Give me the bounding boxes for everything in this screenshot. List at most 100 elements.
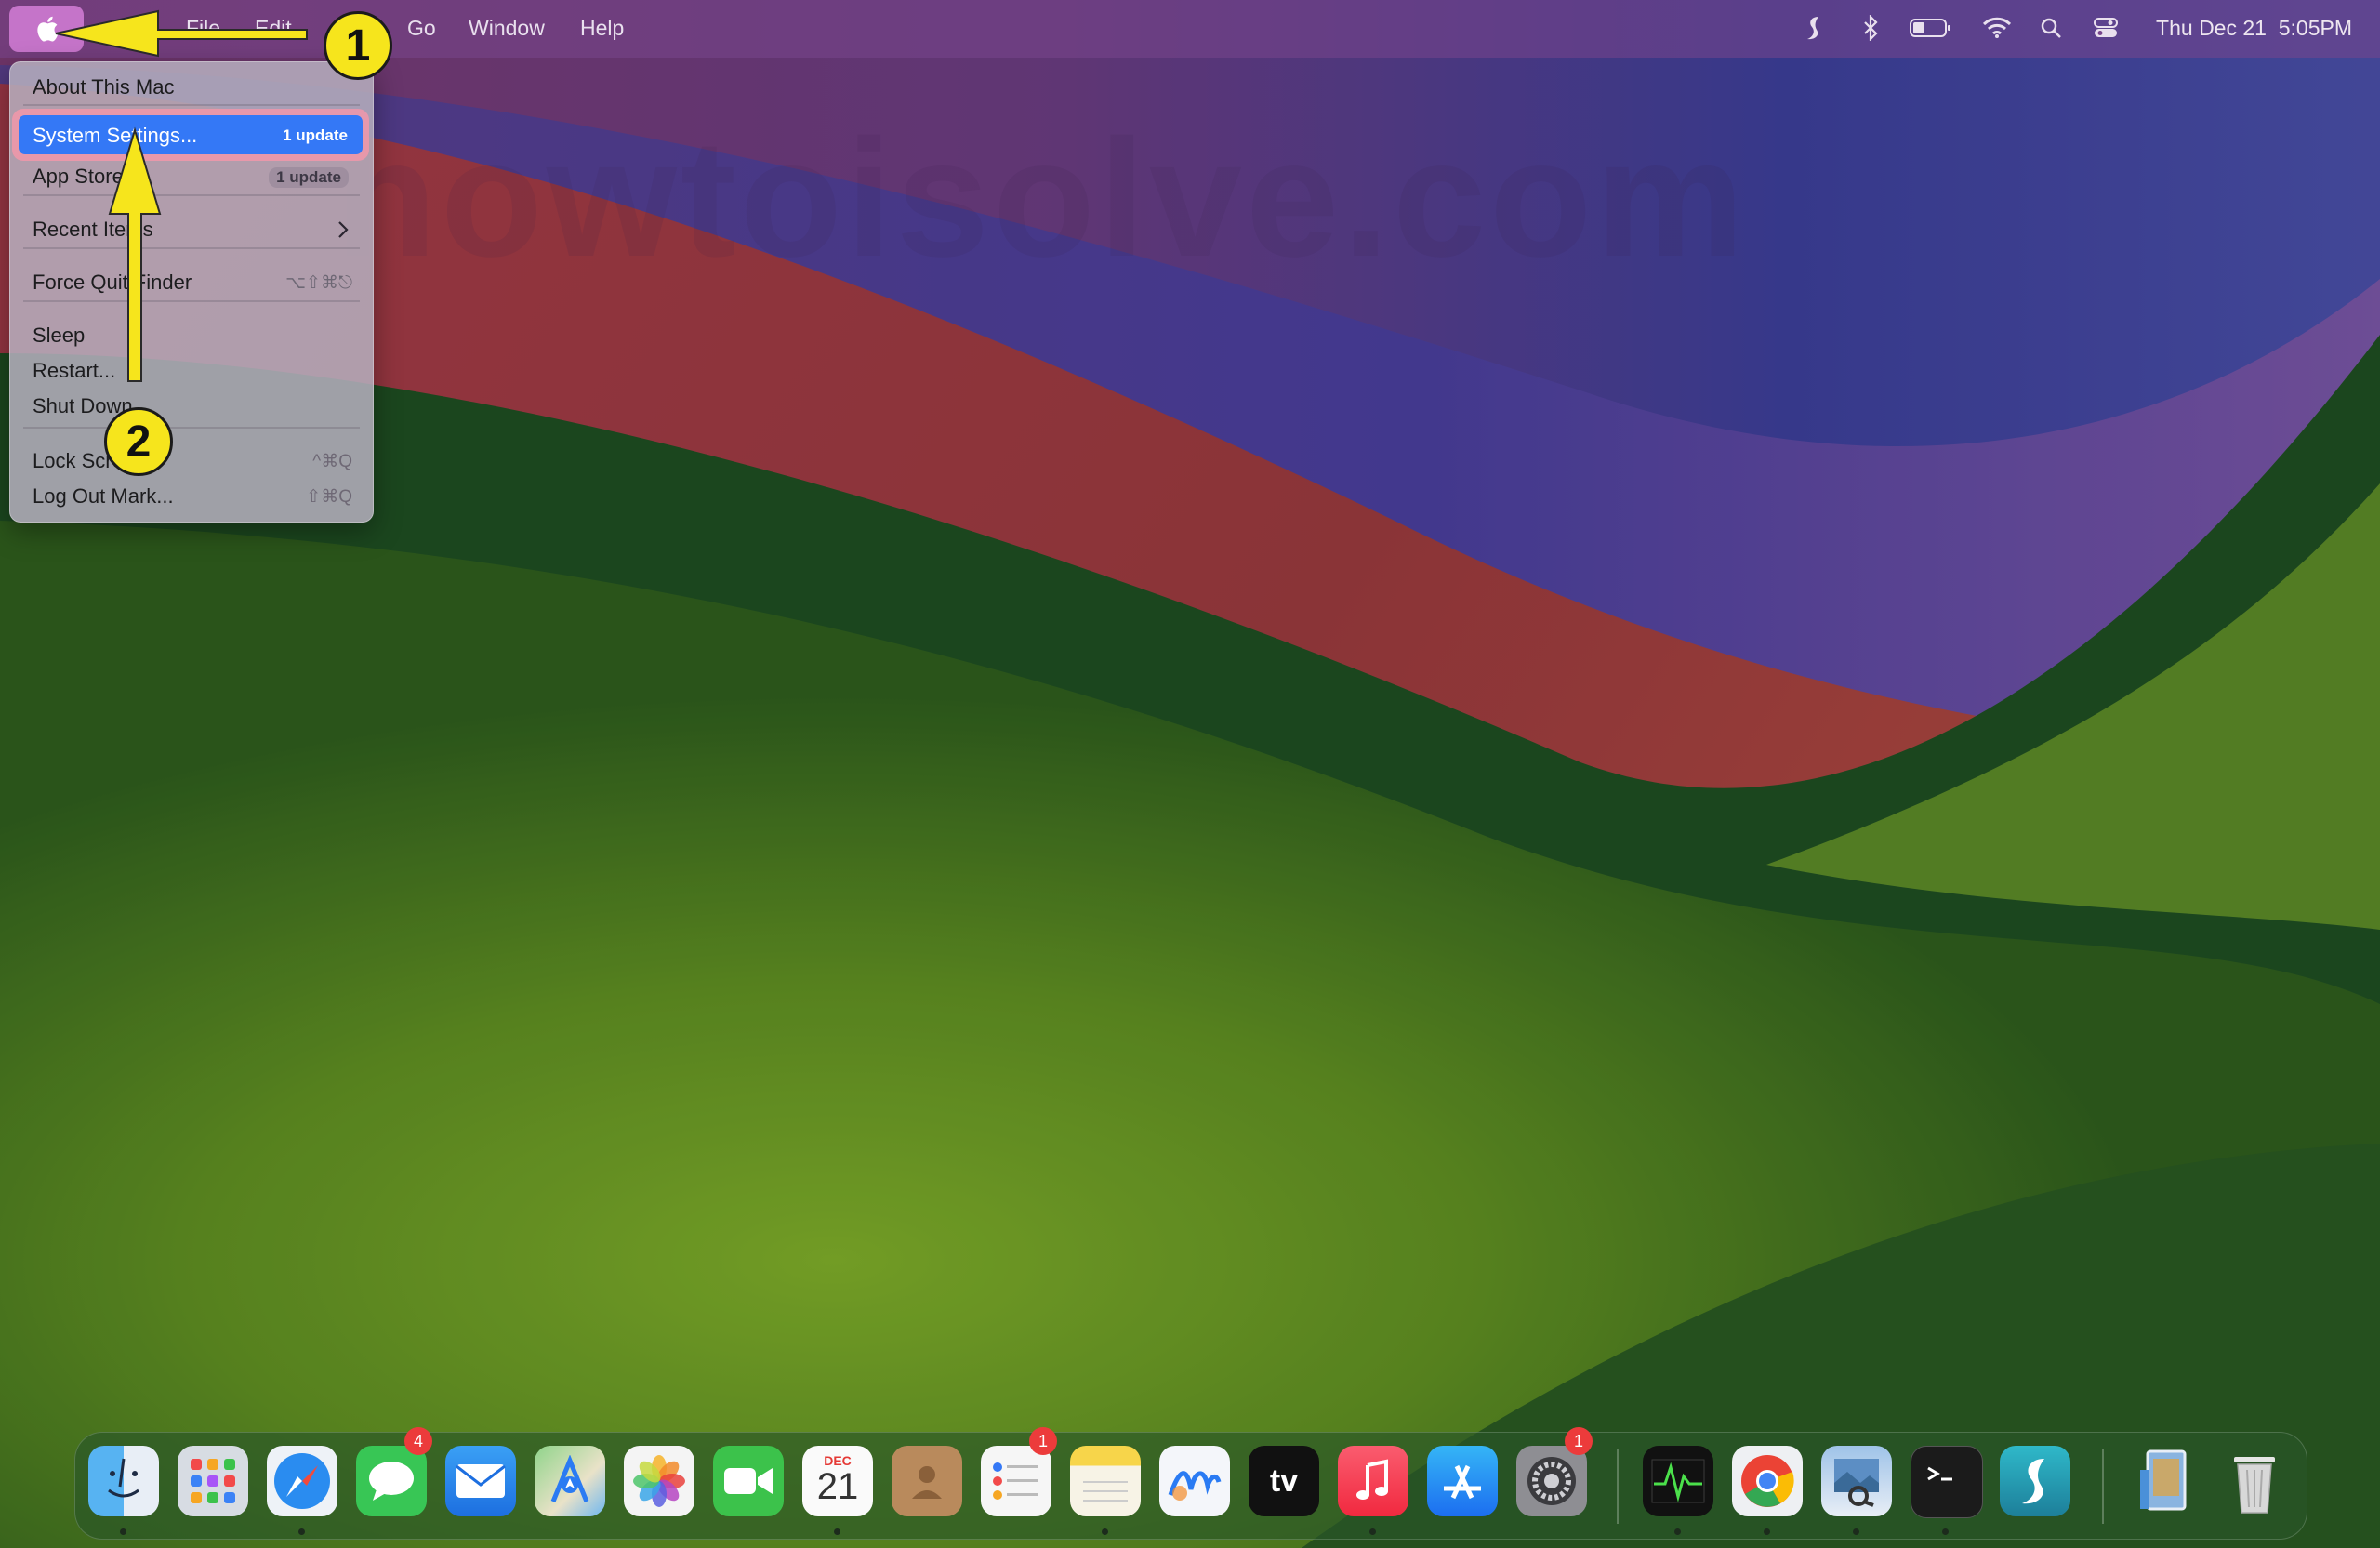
watermark: howtoisolve.com	[335, 105, 1749, 292]
step-1-marker: 1	[324, 11, 392, 80]
menu-go[interactable]: Go	[407, 16, 436, 41]
system-settings-label: System Settings...	[33, 124, 198, 147]
dock-app-mail[interactable]	[445, 1446, 516, 1516]
menu-item-app-store[interactable]: App Store...	[33, 165, 140, 189]
dock-app-surfshark[interactable]	[2000, 1446, 2070, 1516]
clock-date: Thu Dec 21	[2156, 16, 2267, 40]
safari-icon	[274, 1453, 330, 1509]
menu-item-about-this-mac[interactable]: About This Mac	[33, 75, 174, 99]
launchpad-icon	[191, 1459, 235, 1503]
dock-app-finder[interactable]	[88, 1446, 159, 1516]
dock-separator	[2102, 1449, 2104, 1524]
dock-app-music[interactable]	[1338, 1446, 1408, 1516]
activity-monitor-icon	[1651, 1459, 1705, 1503]
dock-app-google-chrome[interactable]	[1732, 1446, 1803, 1516]
running-indicator	[1674, 1528, 1681, 1535]
dock: 4 DEC 21 1 tv 1	[74, 1427, 2307, 1540]
running-indicator	[298, 1528, 305, 1535]
dock-app-app-store[interactable]	[1427, 1446, 1498, 1516]
spotlight-search-icon[interactable]	[2036, 13, 2066, 43]
dock-app-freeform[interactable]	[1159, 1446, 1230, 1516]
preview-icon	[1834, 1459, 1879, 1507]
running-indicator	[834, 1528, 840, 1535]
dock-app-contacts[interactable]	[892, 1446, 962, 1516]
apple-logo-icon	[37, 16, 59, 42]
menu-item-restart[interactable]: Restart...	[33, 359, 115, 383]
chrome-icon	[1741, 1455, 1794, 1507]
reminders-badge: 1	[1029, 1427, 1057, 1455]
app-store-update-badge: 1 update	[269, 167, 349, 188]
photos-icon	[633, 1455, 685, 1507]
running-indicator	[1853, 1528, 1859, 1535]
dock-app-photos[interactable]	[624, 1446, 694, 1516]
contacts-icon	[912, 1466, 942, 1499]
dock-app-facetime[interactable]	[713, 1446, 784, 1516]
dock-app-system-settings[interactable]	[1516, 1446, 1587, 1516]
menu-item-force-quit[interactable]: Force Quit Finder	[33, 271, 192, 295]
menu-separator	[23, 247, 360, 249]
running-indicator	[1102, 1528, 1108, 1535]
finder-icon	[108, 1458, 139, 1498]
dock-app-maps[interactable]	[535, 1446, 605, 1516]
dock-app-preview[interactable]	[1821, 1446, 1892, 1516]
system-settings-update-badge: 1 update	[283, 126, 348, 144]
dock-app-notes[interactable]	[1070, 1446, 1141, 1516]
surfshark-icon[interactable]	[1800, 13, 1828, 43]
terminal-prompt-icon	[1927, 1466, 1952, 1481]
running-indicator	[120, 1528, 126, 1535]
maps-icon	[550, 1455, 589, 1502]
running-indicator	[1764, 1528, 1770, 1535]
menu-window[interactable]: Window	[469, 16, 545, 41]
bluetooth-icon[interactable]	[1858, 13, 1884, 43]
menu-edit[interactable]: Edit	[255, 16, 292, 41]
dock-app-terminal[interactable]	[1911, 1446, 1983, 1518]
menu-help[interactable]: Help	[580, 16, 624, 41]
menu-separator	[23, 427, 360, 429]
menu-separator	[23, 300, 360, 302]
dock-app-safari[interactable]	[267, 1446, 337, 1516]
menu-item-system-settings[interactable]: System Settings... 1 update	[19, 115, 363, 154]
gear-icon	[1527, 1457, 1576, 1505]
surfshark-logo-icon	[2022, 1459, 2044, 1504]
music-note-icon	[1356, 1459, 1388, 1500]
menu-item-sleep[interactable]: Sleep	[33, 324, 85, 348]
running-indicator	[1369, 1528, 1376, 1535]
apple-menu-dropdown: About This Mac System Settings... 1 upda…	[9, 61, 374, 523]
app-store-icon	[1444, 1464, 1481, 1500]
notes-icon	[1083, 1481, 1128, 1502]
dock-app-trash[interactable]	[2219, 1446, 2290, 1516]
facetime-icon	[724, 1468, 773, 1494]
dock-separator	[1617, 1449, 1619, 1524]
dock-app-calendar[interactable]: DEC 21	[802, 1446, 873, 1516]
tv-label: tv	[1269, 1462, 1299, 1499]
running-indicator	[1942, 1528, 1949, 1535]
dock-app-activity-monitor[interactable]	[1643, 1446, 1713, 1516]
downloads-stack-icon	[2140, 1449, 2187, 1511]
menu-item-recent-items[interactable]: Recent Items	[33, 218, 153, 242]
force-quit-shortcut: ⌥⇧⌘⎋	[285, 273, 352, 293]
lock-screen-shortcut: ^⌘Q	[312, 452, 352, 471]
battery-icon[interactable]	[1908, 13, 1954, 43]
messages-badge: 4	[404, 1427, 432, 1455]
mail-icon	[456, 1464, 506, 1498]
wifi-icon[interactable]	[1980, 13, 2014, 43]
dock-app-tv[interactable]: tv	[1249, 1446, 1319, 1516]
messages-icon	[369, 1462, 414, 1501]
dock-stack-downloads[interactable]	[2130, 1446, 2201, 1516]
control-center-icon[interactable]	[2090, 13, 2122, 43]
system-settings-badge: 1	[1565, 1427, 1593, 1455]
menu-separator	[23, 104, 360, 106]
menu-item-log-out[interactable]: Log Out Mark...	[33, 484, 174, 509]
dock-app-reminders[interactable]	[981, 1446, 1051, 1516]
freeform-icon	[1168, 1471, 1222, 1501]
calendar-day: 21	[816, 1466, 859, 1507]
chevron-right-icon	[338, 221, 349, 238]
clock-time: 5:05PM	[2278, 16, 2352, 40]
menu-bar-clock[interactable]: Thu Dec 21 5:05PM	[2156, 16, 2352, 41]
menu-file[interactable]: File	[186, 16, 220, 41]
dock-app-messages[interactable]	[356, 1446, 427, 1516]
apple-menu-button[interactable]	[9, 6, 84, 52]
log-out-shortcut: ⇧⌘Q	[306, 487, 352, 507]
step-2-marker: 2	[104, 407, 173, 476]
dock-app-launchpad[interactable]	[178, 1446, 248, 1516]
